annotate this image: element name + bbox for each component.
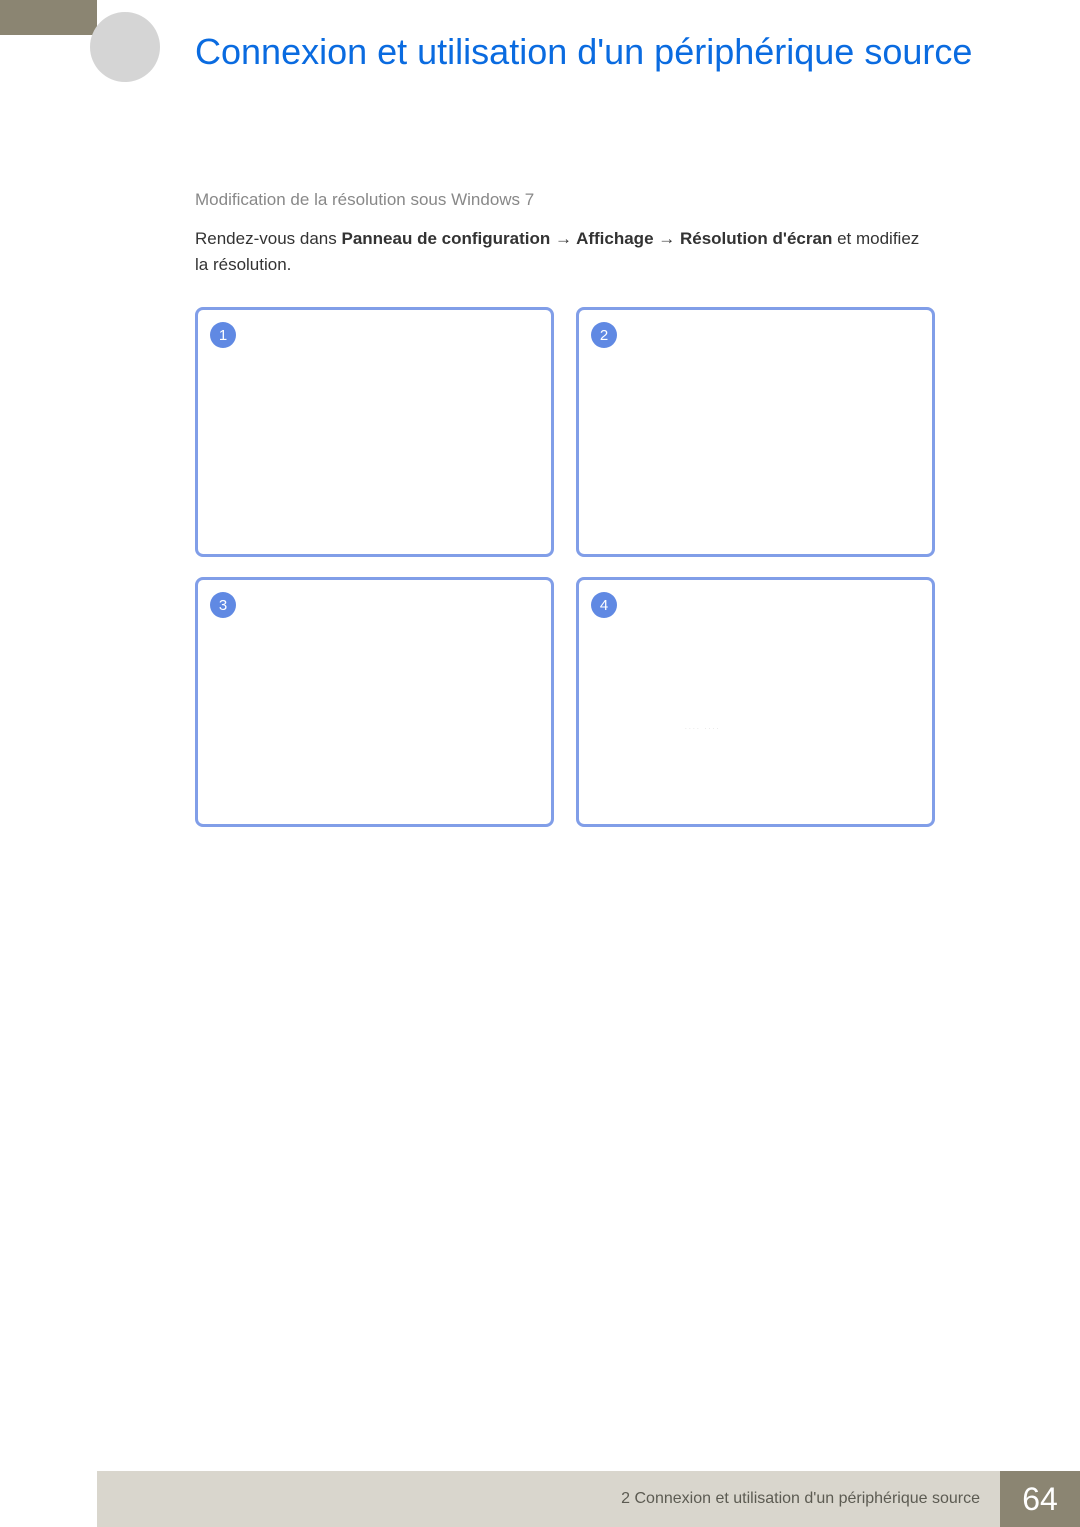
path-segment-1: Panneau de configuration <box>341 229 550 248</box>
footer-page-number: 64 <box>1000 1471 1080 1527</box>
step-badge-1: 1 <box>210 322 236 348</box>
intro-prefix: Rendez-vous dans <box>195 229 341 248</box>
chapter-circle-decoration <box>90 12 160 82</box>
step-box-3: 3 <box>195 577 554 827</box>
step-badge-4: 4 <box>591 592 617 618</box>
content-area: Modification de la résolution sous Windo… <box>195 190 935 827</box>
path-segment-2: Affichage <box>576 229 653 248</box>
arrow-1: → <box>550 229 576 248</box>
footer-chapter-label: 2 Connexion et utilisation d'un périphér… <box>97 1471 1000 1527</box>
footer-spacer <box>0 1471 97 1527</box>
step-badge-3: 3 <box>210 592 236 618</box>
section-heading: Modification de la résolution sous Windo… <box>195 190 935 210</box>
top-accent-bar <box>0 0 97 35</box>
decorative-dots: ···· ···· <box>685 726 721 732</box>
steps-grid: 1 2 3 4 ···· ···· <box>195 307 935 827</box>
path-segment-3: Résolution d'écran <box>680 229 832 248</box>
step-box-1: 1 <box>195 307 554 557</box>
step-box-2: 2 <box>576 307 935 557</box>
page-title: Connexion et utilisation d'un périphériq… <box>195 30 975 73</box>
step-badge-2: 2 <box>591 322 617 348</box>
footer-bar: 2 Connexion et utilisation d'un périphér… <box>0 1471 1080 1527</box>
arrow-2: → <box>654 229 680 248</box>
instruction-text: Rendez-vous dans Panneau de configuratio… <box>195 226 935 277</box>
step-box-4: 4 ···· ···· <box>576 577 935 827</box>
